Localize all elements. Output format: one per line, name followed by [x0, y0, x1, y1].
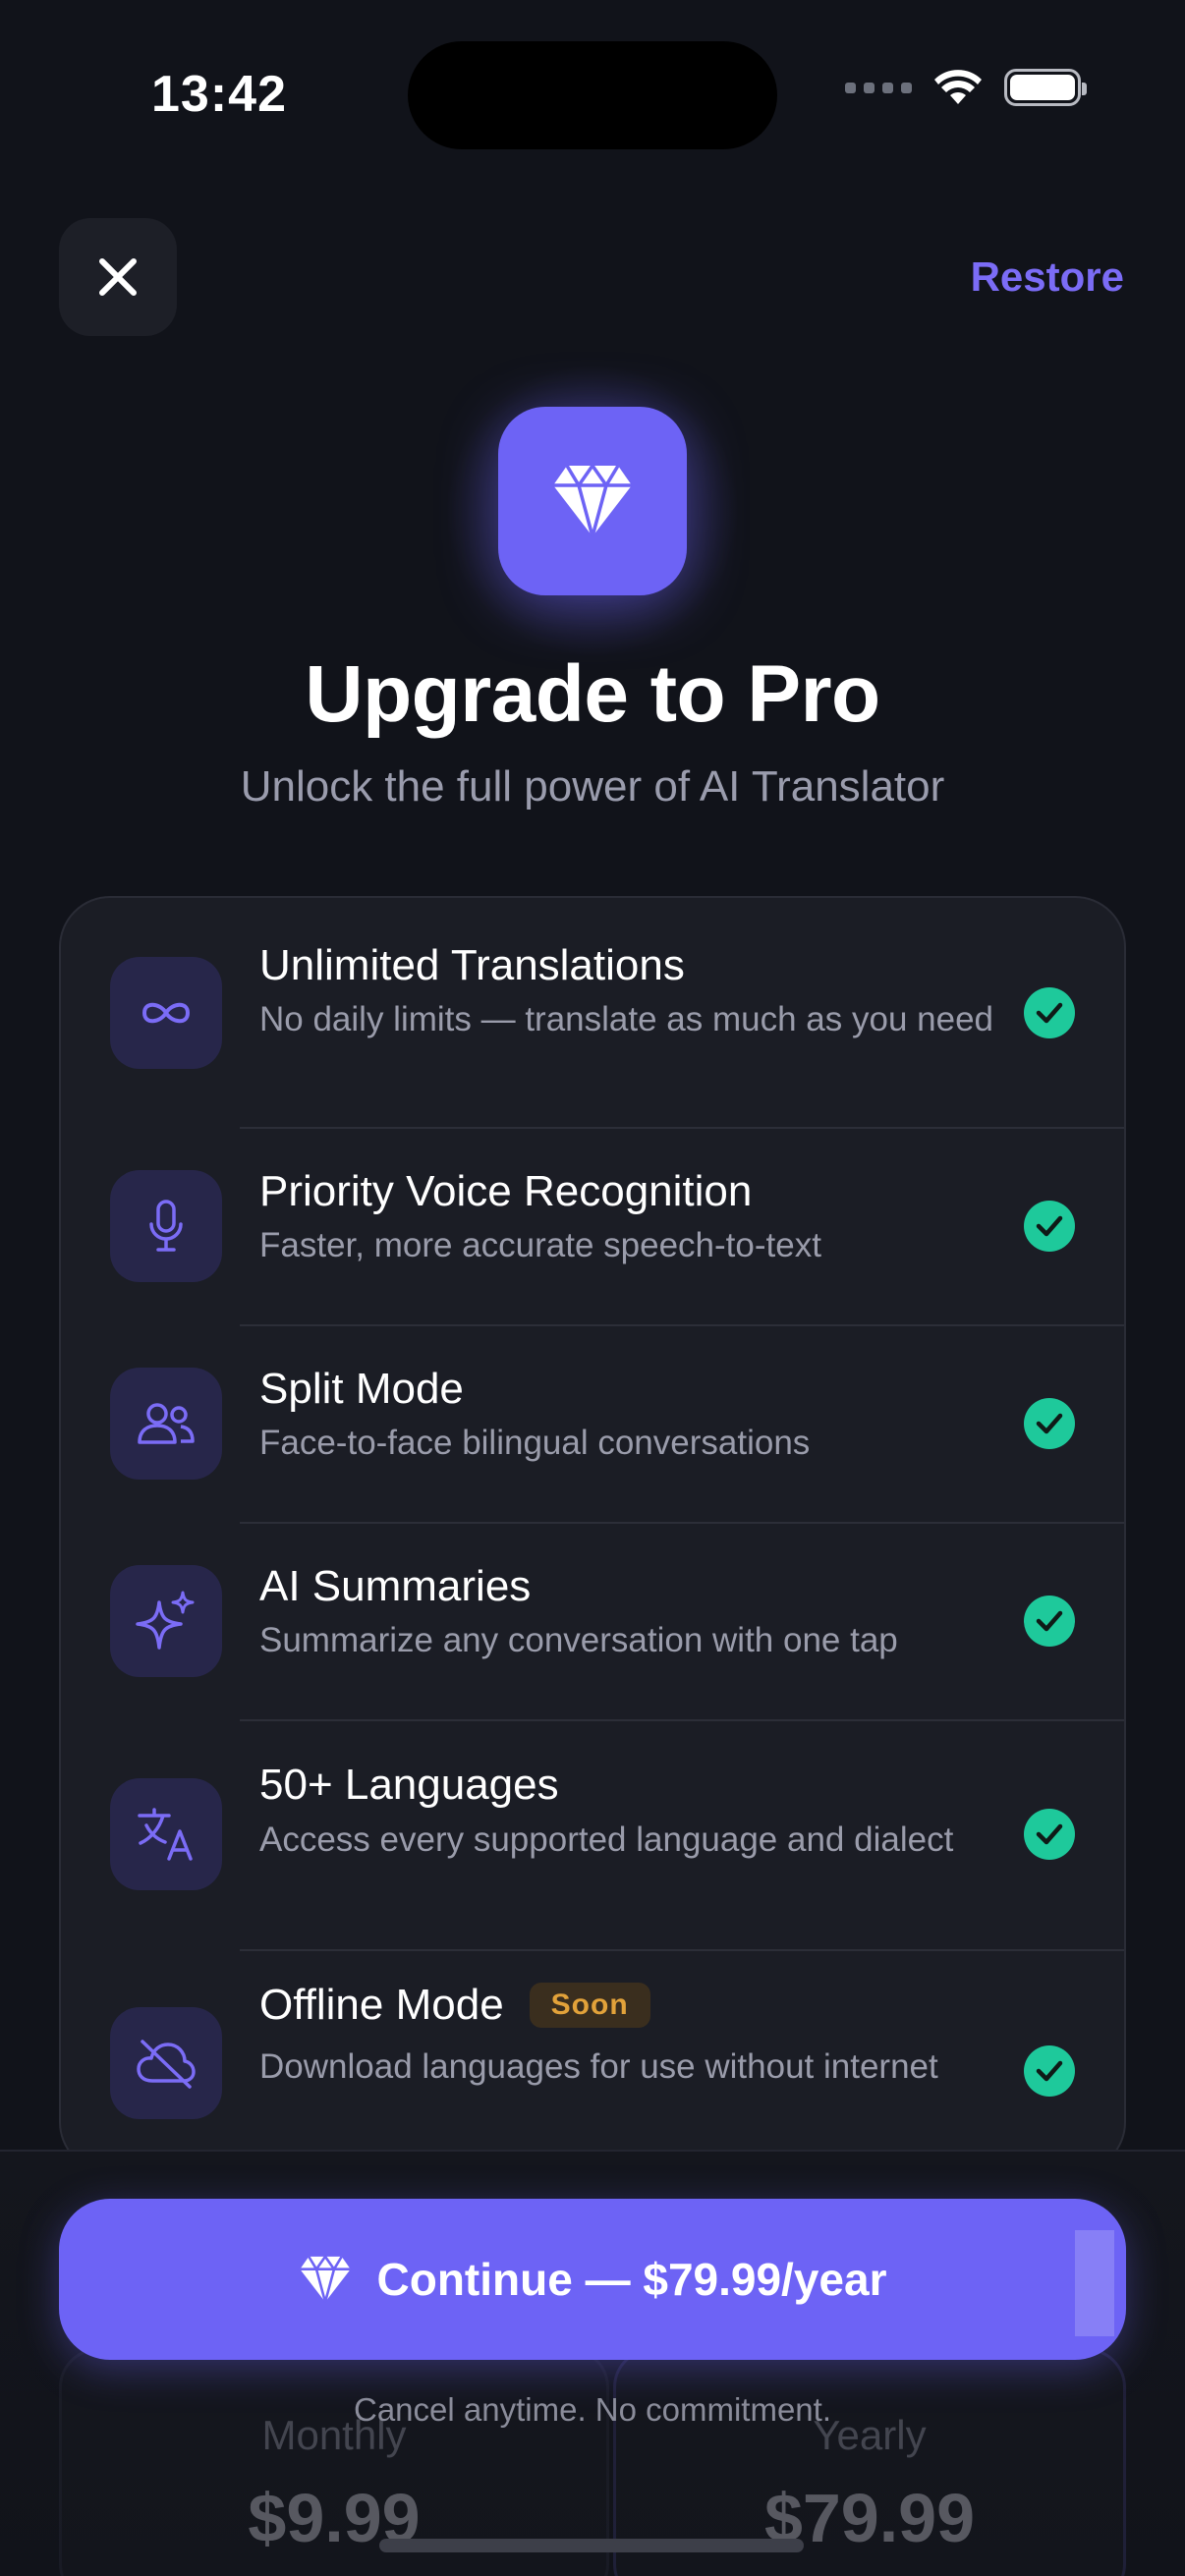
- microphone-icon: [149, 1200, 183, 1252]
- battery-icon: [1004, 69, 1087, 106]
- check-icon: [1024, 1809, 1075, 1860]
- close-button[interactable]: [59, 218, 177, 336]
- close-icon: [99, 258, 137, 296]
- check-icon: [1024, 1398, 1075, 1449]
- feature-icon-box: [110, 1170, 222, 1282]
- feature-title: AI Summaries: [259, 1562, 532, 1610]
- people-icon: [138, 1403, 195, 1444]
- feature-title: Unlimited Translations: [259, 941, 685, 989]
- button-shine: [1075, 2230, 1114, 2336]
- feature-description: Faster, more accurate speech-to-text: [259, 1226, 821, 1264]
- feature-description: Face-to-face bilingual conversations: [259, 1424, 811, 1462]
- feature-icon-box: [110, 1778, 222, 1890]
- cloud-off-icon: [137, 2040, 196, 2089]
- diamond-icon: [553, 464, 632, 537]
- dynamic-island: [408, 41, 777, 149]
- feature-title: Split Mode: [259, 1365, 464, 1413]
- feature-icon-box: [110, 1368, 222, 1480]
- check-icon: [1024, 1201, 1075, 1252]
- feature-row-split: Split Mode Face-to-face bilingual conver…: [61, 1326, 1124, 1522]
- diamond-icon: [299, 2255, 351, 2303]
- feature-icon-box: [110, 2007, 222, 2119]
- cancel-note: Cancel anytime. No commitment.: [354, 2391, 831, 2428]
- continue-button[interactable]: Continue — $79.99/year: [59, 2199, 1126, 2360]
- feature-title: 50+ Languages: [259, 1761, 559, 1809]
- feature-row-languages: 50+ Languages Access every supported lan…: [61, 1721, 1124, 1949]
- page-title: Upgrade to Pro: [305, 649, 880, 739]
- infinity-icon: [141, 1002, 191, 1024]
- check-icon: [1024, 2045, 1075, 2097]
- feature-row-offline: Offline Mode Soon Download languages for…: [61, 1951, 1124, 2171]
- check-icon: [1024, 1596, 1075, 1647]
- feature-description: No daily limits — translate as much as y…: [259, 1000, 993, 1038]
- paywall-screen: 13:42 Restore Upgrade to Pro Unlock the …: [0, 0, 1185, 2576]
- feature-icon-box: [110, 1565, 222, 1677]
- feature-title: Priority Voice Recognition: [259, 1167, 753, 1215]
- soon-badge: Soon: [529, 1983, 650, 2028]
- page-subtitle: Unlock the full power of AI Translator: [240, 762, 945, 811]
- features-card: Unlimited Translations No daily limits —…: [59, 896, 1126, 2173]
- feature-description: Summarize any conversation with one tap: [259, 1621, 898, 1659]
- status-time: 13:42: [151, 66, 287, 123]
- home-indicator: [379, 2539, 804, 2552]
- cellular-signal-icon: [845, 82, 912, 93]
- feature-description: Download languages for use without inter…: [259, 2047, 938, 2086]
- feature-row-unlimited: Unlimited Translations No daily limits —…: [61, 898, 1124, 1127]
- feature-icon-box: [110, 957, 222, 1069]
- sparkles-icon: [136, 1591, 195, 1650]
- feature-description: Access every supported language and dial…: [259, 1820, 954, 1859]
- feature-row-summaries: AI Summaries Summarize any conversation …: [61, 1524, 1124, 1719]
- status-icons: [845, 69, 1087, 106]
- check-icon: [1024, 987, 1075, 1038]
- feature-row-voice: Priority Voice Recognition Faster, more …: [61, 1129, 1124, 1324]
- wifi-icon: [934, 70, 982, 104]
- feature-title: Offline Mode Soon: [259, 1981, 650, 2030]
- pro-badge: [498, 407, 687, 595]
- restore-button[interactable]: Restore: [971, 253, 1124, 301]
- translate-icon: [138, 1808, 193, 1861]
- continue-label: Continue — $79.99/year: [376, 2254, 887, 2305]
